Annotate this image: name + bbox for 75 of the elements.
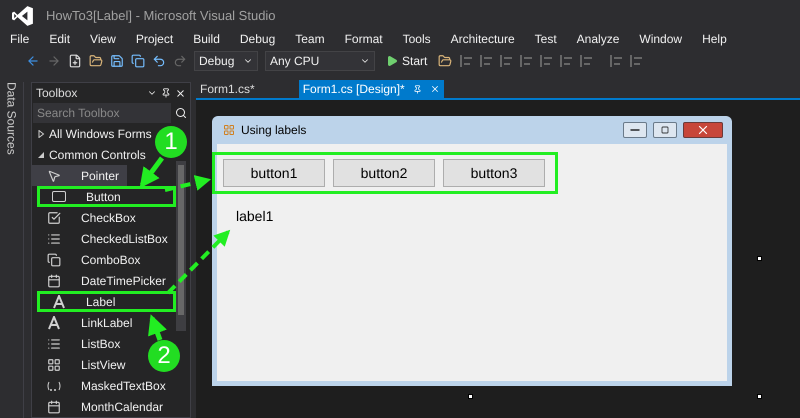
close-button[interactable] <box>683 122 723 138</box>
calendar-icon <box>47 274 61 288</box>
arrow <box>148 314 167 341</box>
letter-icon <box>47 316 61 330</box>
toolbox-item[interactable]: MaskedTextBox <box>32 375 174 396</box>
menu-item[interactable]: Tools <box>402 30 431 48</box>
resize-handle[interactable] <box>757 394 762 399</box>
resize-handle[interactable] <box>757 256 762 261</box>
combo-box-icon <box>47 252 61 266</box>
redo-icon[interactable] <box>173 54 187 68</box>
menu-item[interactable]: File <box>10 30 30 48</box>
menu-item[interactable]: Help <box>702 30 727 48</box>
toolbox-item[interactable]: CheckedListBox <box>32 228 176 249</box>
menu-item[interactable]: Build <box>193 30 220 48</box>
menu-item[interactable]: Team <box>295 30 325 48</box>
expand-arrow-icon[interactable] <box>37 130 45 138</box>
platform-dropdown[interactable]: Any CPU <box>265 51 375 72</box>
list-icon <box>47 232 61 246</box>
menu-item[interactable]: Analyze <box>576 30 620 48</box>
panel-title: Toolbox <box>36 85 78 102</box>
form-button[interactable]: button3 <box>443 159 545 187</box>
group-header[interactable]: Common Controls <box>49 146 146 164</box>
menu-item[interactable]: Edit <box>49 30 70 48</box>
list-box-icon <box>47 336 61 350</box>
window-title: HowTo3[Label] - Microsoft Visual Studio <box>46 6 276 25</box>
button-icon <box>52 191 66 202</box>
undo-icon[interactable] <box>152 54 166 68</box>
letter-icon <box>52 294 66 308</box>
search-icon[interactable] <box>175 107 187 119</box>
minimize-button[interactable] <box>623 122 647 138</box>
menu-item[interactable]: Project <box>136 30 174 48</box>
form-button[interactable]: button2 <box>333 159 435 187</box>
menu-item[interactable]: Debug <box>240 30 276 48</box>
toolbox-item[interactable]: LinkLabel <box>32 312 140 333</box>
toolbox-item[interactable]: MonthCalendar <box>32 396 172 417</box>
forward-icon[interactable] <box>47 54 61 68</box>
form-title: Using labels <box>241 122 306 139</box>
document-tab[interactable]: Form1.cs* <box>196 80 259 98</box>
data-sources-tab[interactable]: Data Sources <box>2 82 20 155</box>
toolbox-item[interactable]: Pointer <box>32 165 128 186</box>
pin-icon[interactable] <box>161 88 171 98</box>
app-logo-icon <box>12 4 34 27</box>
pointer-icon <box>47 168 61 182</box>
menu-item[interactable]: Architecture <box>450 30 515 48</box>
menu-item[interactable]: Format <box>344 30 383 48</box>
menu-item[interactable]: Window <box>639 30 682 48</box>
resize-handle[interactable] <box>468 394 473 399</box>
calendar-icon <box>47 400 61 414</box>
close-icon[interactable] <box>175 88 186 98</box>
start-button[interactable]: Start <box>382 52 432 70</box>
back-icon[interactable] <box>26 54 40 68</box>
group-header[interactable]: All Windows Forms <box>49 124 152 142</box>
configuration-dropdown[interactable]: Debug <box>194 51 258 72</box>
toolbox-item[interactable]: CheckBox <box>32 207 144 228</box>
toolbox-item[interactable]: Button <box>37 186 176 207</box>
form-button[interactable]: button1 <box>223 159 325 187</box>
toolbox-item[interactable]: ComboBox <box>32 249 148 270</box>
maximize-button[interactable] <box>653 122 677 138</box>
toolbox-item[interactable]: DateTimePicker <box>32 270 174 291</box>
open-folder-icon[interactable] <box>89 54 103 68</box>
checkbox-icon <box>47 210 61 224</box>
collapse-arrow-icon[interactable] <box>37 150 45 158</box>
toolbox-item[interactable]: ListView <box>32 354 134 375</box>
form-label: label1 <box>236 207 274 226</box>
toolbox-item[interactable]: ListBox <box>32 333 128 354</box>
save-icon[interactable] <box>110 54 124 68</box>
menu-item[interactable]: Test <box>534 30 557 48</box>
new-file-icon[interactable] <box>68 54 82 68</box>
form-icon <box>223 124 235 136</box>
menu-item[interactable]: View <box>90 30 116 48</box>
toolbox-item[interactable]: Label <box>37 291 176 312</box>
arrow <box>166 230 230 294</box>
play-icon <box>386 55 398 68</box>
grid-icon <box>47 358 61 372</box>
search-field[interactable]: Search Toolbox <box>33 103 171 123</box>
